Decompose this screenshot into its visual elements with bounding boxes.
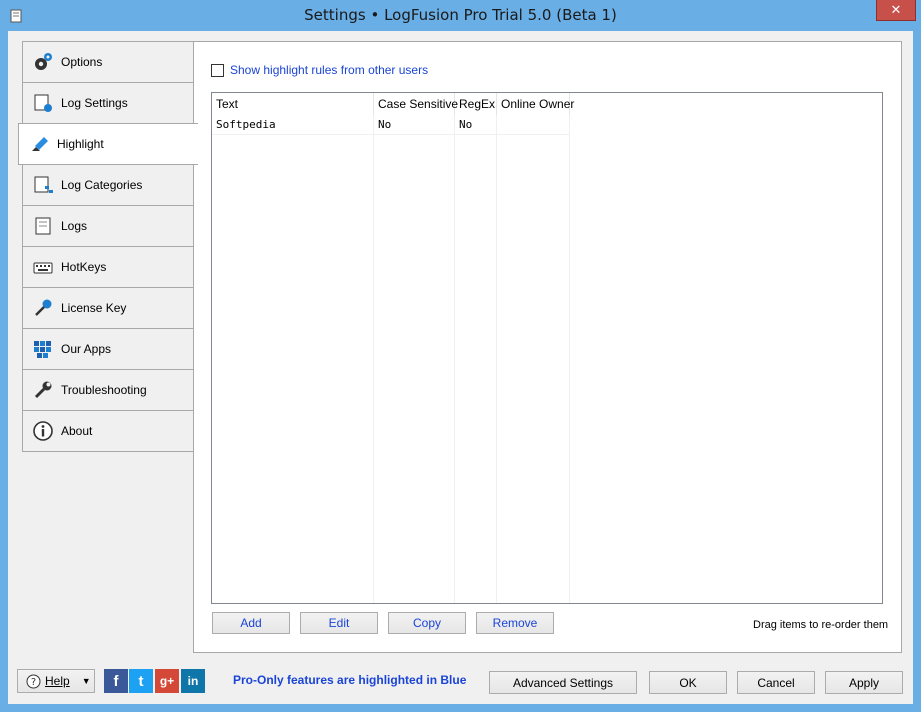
column-header-regex[interactable]: RegEx bbox=[455, 93, 497, 115]
key-icon bbox=[35, 299, 52, 316]
info-icon bbox=[33, 421, 53, 441]
linkedin-icon[interactable]: in bbox=[181, 669, 205, 693]
title-bar[interactable]: Settings • LogFusion Pro Trial 5.0 (Beta… bbox=[0, 0, 921, 32]
list-header: Text Case Sensitive RegEx Online Owner bbox=[212, 93, 882, 115]
show-other-users-checkbox[interactable] bbox=[211, 63, 224, 77]
nav-item-log-settings[interactable]: Log Settings bbox=[22, 82, 194, 124]
cell-text: Softpedia bbox=[216, 118, 276, 131]
highlight-rules-list[interactable]: Text Case Sensitive RegEx Online Owner S… bbox=[211, 92, 883, 604]
nav-label: Troubleshooting bbox=[61, 383, 147, 397]
column-header-online-owner[interactable]: Online Owner bbox=[497, 93, 574, 115]
chevron-down-icon[interactable]: ▼ bbox=[82, 676, 91, 686]
nav-item-about[interactable]: About bbox=[22, 410, 194, 452]
nav-label: Logs bbox=[61, 219, 88, 233]
facebook-icon[interactable]: f bbox=[104, 669, 128, 693]
nav-item-options[interactable]: Options bbox=[22, 41, 194, 83]
drag-hint: Drag items to re-order them bbox=[753, 619, 889, 631]
edit-button[interactable]: Edit bbox=[300, 612, 378, 634]
show-other-users-row[interactable]: Show highlight rules from other users bbox=[211, 63, 428, 77]
column-header-text[interactable]: Text bbox=[212, 93, 374, 115]
keyboard-icon bbox=[33, 262, 53, 274]
grid-apps-icon bbox=[34, 341, 51, 358]
highlighter-icon bbox=[32, 137, 48, 151]
close-icon: ✕ bbox=[890, 2, 902, 17]
scroll-icon bbox=[35, 217, 51, 235]
twitter-icon[interactable]: t bbox=[129, 669, 153, 693]
highlight-panel: Show highlight rules from other users Te… bbox=[193, 41, 902, 653]
wrench-icon bbox=[34, 381, 52, 399]
svg-text:?: ? bbox=[31, 677, 36, 688]
scroll-tree-icon bbox=[34, 176, 53, 193]
googleplus-icon[interactable]: g+ bbox=[155, 669, 179, 693]
column-divider bbox=[569, 115, 570, 603]
add-button[interactable]: Add bbox=[212, 612, 290, 634]
nav-label: Log Settings bbox=[61, 96, 128, 110]
nav-label: License Key bbox=[61, 301, 127, 315]
advanced-settings-button[interactable]: Advanced Settings bbox=[489, 671, 637, 694]
pro-features-note: Pro-Only features are highlighted in Blu… bbox=[233, 673, 467, 687]
gears-icon bbox=[35, 53, 52, 70]
remove-button[interactable]: Remove bbox=[476, 612, 554, 634]
window-title: Settings • LogFusion Pro Trial 5.0 (Beta… bbox=[304, 6, 617, 24]
cell-regex: No bbox=[459, 118, 473, 131]
apply-button[interactable]: Apply bbox=[825, 671, 903, 694]
help-label: Help bbox=[45, 674, 70, 688]
client-area: Options Log Settings Highlight Log Categ… bbox=[8, 31, 913, 704]
column-divider bbox=[373, 115, 374, 603]
nav-item-log-categories[interactable]: Log Categories bbox=[22, 164, 194, 206]
nav-item-logs[interactable]: Logs bbox=[22, 205, 194, 247]
nav-label: Options bbox=[61, 55, 103, 69]
ok-button[interactable]: OK bbox=[649, 671, 727, 694]
scroll-gear-icon bbox=[34, 94, 52, 112]
question-icon: ? bbox=[26, 674, 41, 688]
nav-label: Highlight bbox=[57, 137, 104, 151]
settings-window: Settings • LogFusion Pro Trial 5.0 (Beta… bbox=[0, 0, 921, 712]
help-button[interactable]: ? Help ▼ bbox=[17, 669, 95, 693]
nav-item-license-key[interactable]: License Key bbox=[22, 287, 194, 329]
nav-item-highlight[interactable]: Highlight bbox=[18, 123, 198, 165]
nav-item-our-apps[interactable]: Our Apps bbox=[22, 328, 194, 370]
close-button[interactable]: ✕ bbox=[876, 0, 916, 21]
table-row[interactable]: Softpedia No No bbox=[212, 115, 570, 135]
nav-label: HotKeys bbox=[61, 260, 107, 274]
cancel-button[interactable]: Cancel bbox=[737, 671, 815, 694]
nav-item-troubleshooting[interactable]: Troubleshooting bbox=[22, 369, 194, 411]
copy-button[interactable]: Copy bbox=[388, 612, 466, 634]
column-divider bbox=[496, 115, 497, 603]
nav-label: Our Apps bbox=[61, 342, 112, 356]
column-header-case-sensitive[interactable]: Case Sensitive bbox=[374, 93, 458, 115]
cell-online-owner bbox=[497, 115, 501, 135]
show-other-users-label: Show highlight rules from other users bbox=[230, 63, 429, 77]
nav-label: About bbox=[61, 424, 93, 438]
column-divider bbox=[454, 115, 455, 603]
nav-item-hotkeys[interactable]: HotKeys bbox=[22, 246, 194, 288]
nav-label: Log Categories bbox=[61, 178, 143, 192]
cell-case-sensitive: No bbox=[378, 118, 392, 131]
